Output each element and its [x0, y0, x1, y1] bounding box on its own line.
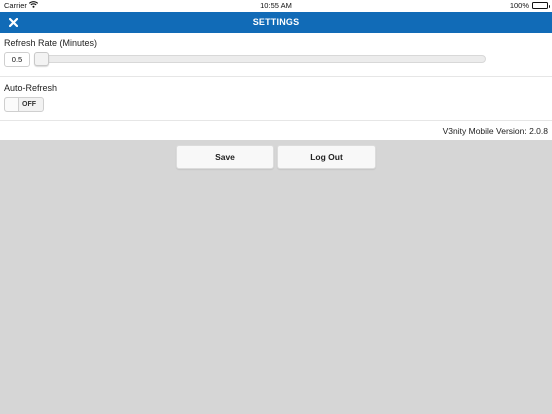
- battery-icon: [532, 2, 550, 9]
- refresh-rate-section: Refresh Rate (Minutes) 0.5: [0, 33, 552, 77]
- battery-percent: 100%: [509, 1, 529, 10]
- save-button[interactable]: Save: [176, 145, 274, 169]
- battery-indicator: 100%: [509, 1, 550, 10]
- toggle-knob: [5, 98, 19, 111]
- refresh-rate-slider-track[interactable]: [34, 55, 486, 63]
- settings-panel: Refresh Rate (Minutes) 0.5 Auto-Refresh …: [0, 33, 552, 140]
- auto-refresh-state: OFF: [22, 101, 36, 108]
- refresh-rate-slider-thumb[interactable]: [34, 52, 49, 66]
- logout-button[interactable]: Log Out: [277, 145, 376, 169]
- auto-refresh-section: Auto-Refresh OFF: [0, 77, 552, 121]
- clock: 10:55 AM: [260, 1, 292, 10]
- page-title: SETTINGS: [252, 17, 300, 27]
- header-bar: SETTINGS: [0, 12, 552, 33]
- refresh-rate-value[interactable]: 0.5: [4, 52, 30, 67]
- auto-refresh-toggle[interactable]: OFF: [4, 97, 44, 112]
- auto-refresh-label: Auto-Refresh: [4, 83, 58, 93]
- refresh-rate-label: Refresh Rate (Minutes): [4, 38, 98, 48]
- status-bar: Carrier 10:55 AM 100%: [0, 0, 552, 12]
- app-version: V3nity Mobile Version: 2.0.8: [442, 126, 548, 136]
